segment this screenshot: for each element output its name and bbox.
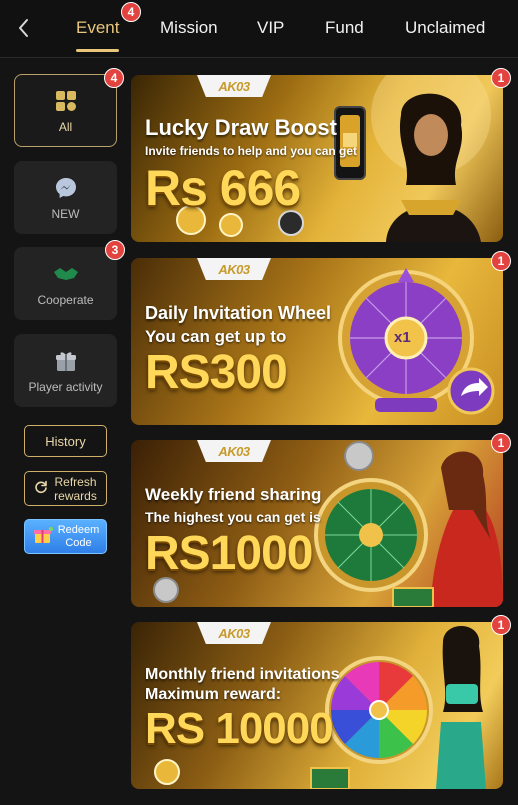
category-cooperate-label: Cooperate [37, 292, 94, 307]
category-all[interactable]: All 4 [14, 68, 124, 147]
banner-monthly-friend-invitations[interactable]: AK03 Monthly friend invitations Maximum … [131, 615, 511, 789]
banner-title: Monthly friend invitations [145, 666, 340, 683]
history-button-label: History [45, 433, 86, 449]
category-all-label: All [58, 119, 73, 134]
banner-badge: 1 [491, 615, 511, 635]
tab-mission-label: Mission [160, 18, 218, 37]
banner-badge: 1 [491, 251, 511, 271]
banner-title: Daily Invitation Wheel [145, 303, 332, 323]
tab-event-label: Event [76, 18, 120, 37]
tab-fund[interactable]: Fund [325, 18, 364, 38]
banner-badge: 1 [491, 68, 511, 88]
tab-vip[interactable]: VIP [257, 18, 284, 38]
banner-daily-invitation-wheel[interactable]: x1 AK03 Daily Invitation Wheel You can g… [131, 251, 511, 425]
tab-active-indicator [76, 49, 120, 52]
handshake-icon [53, 261, 79, 287]
tab-unclaimed[interactable]: Unclaimed [405, 18, 485, 38]
category-new-label: NEW [51, 206, 80, 221]
banner-amount: RS1000 [145, 527, 313, 580]
messenger-icon [53, 175, 79, 201]
category-cooperate[interactable]: Cooperate 3 [14, 240, 125, 320]
category-player-activity-label: Player activity [28, 379, 103, 394]
wheel-center-label: x1 [394, 329, 411, 346]
category-cooperate-badge: 3 [105, 240, 125, 260]
brand-logo: AK03 [197, 622, 271, 644]
brand-logo: AK03 [197, 75, 271, 97]
grid-icon [53, 88, 79, 114]
redeem-label-line2: Code [65, 536, 92, 549]
tab-vip-label: VIP [257, 18, 285, 37]
brand-logo: AK03 [197, 258, 271, 280]
tab-event[interactable]: Event 4 [76, 2, 141, 52]
tab-fund-label: Fund [325, 18, 364, 37]
refresh-label-line1: Refresh [54, 474, 97, 489]
banner-badge: 1 [491, 433, 511, 453]
banner-subtitle: Maximum reward: [145, 686, 282, 703]
history-button[interactable]: History [24, 425, 107, 457]
redeem-code-button[interactable]: Redeem Code [24, 519, 107, 554]
top-nav-bar: Event 4 Mission VIP Fund Unclaimed [0, 0, 518, 58]
banner-weekly-friend-sharing[interactable]: AK03 Weekly friend sharing The highest y… [131, 433, 511, 607]
redeem-label-line1: Redeem [57, 523, 100, 536]
tab-event-badge: 4 [121, 2, 141, 22]
gift-icon [53, 348, 79, 374]
category-new[interactable]: NEW [14, 161, 117, 234]
category-all-badge: 4 [104, 68, 124, 88]
banner-amount: RS 10000 [145, 704, 334, 753]
banner-amount: RS300 [145, 346, 288, 399]
refresh-rewards-button[interactable]: Refresh rewards [24, 471, 107, 506]
banner-subtitle: The highest you can get is [145, 509, 321, 525]
banner-subtitle: Invite friends to help and you can get [145, 144, 358, 158]
banner-title: Lucky Draw Boost [145, 115, 337, 140]
banner-lucky-draw-boost[interactable]: AK03 Lucky Draw Boost Invite friends to … [131, 68, 511, 242]
brand-logo: AK03 [197, 440, 271, 462]
refresh-icon [34, 480, 48, 497]
banner-title: Weekly friend sharing [145, 485, 322, 504]
refresh-label-line2: rewards [54, 488, 97, 503]
category-player-activity[interactable]: Player activity [14, 334, 117, 407]
tab-unclaimed-label: Unclaimed [405, 18, 486, 37]
back-arrow-icon[interactable] [12, 14, 36, 42]
redeem-gift-icon [32, 526, 54, 548]
category-sidebar: All 4 NEW Cooperate 3 Player activity Hi… [0, 58, 130, 805]
tab-mission[interactable]: Mission [160, 18, 218, 38]
banner-subtitle: You can get up to [145, 327, 287, 346]
banner-amount: Rs 666 [145, 160, 301, 216]
